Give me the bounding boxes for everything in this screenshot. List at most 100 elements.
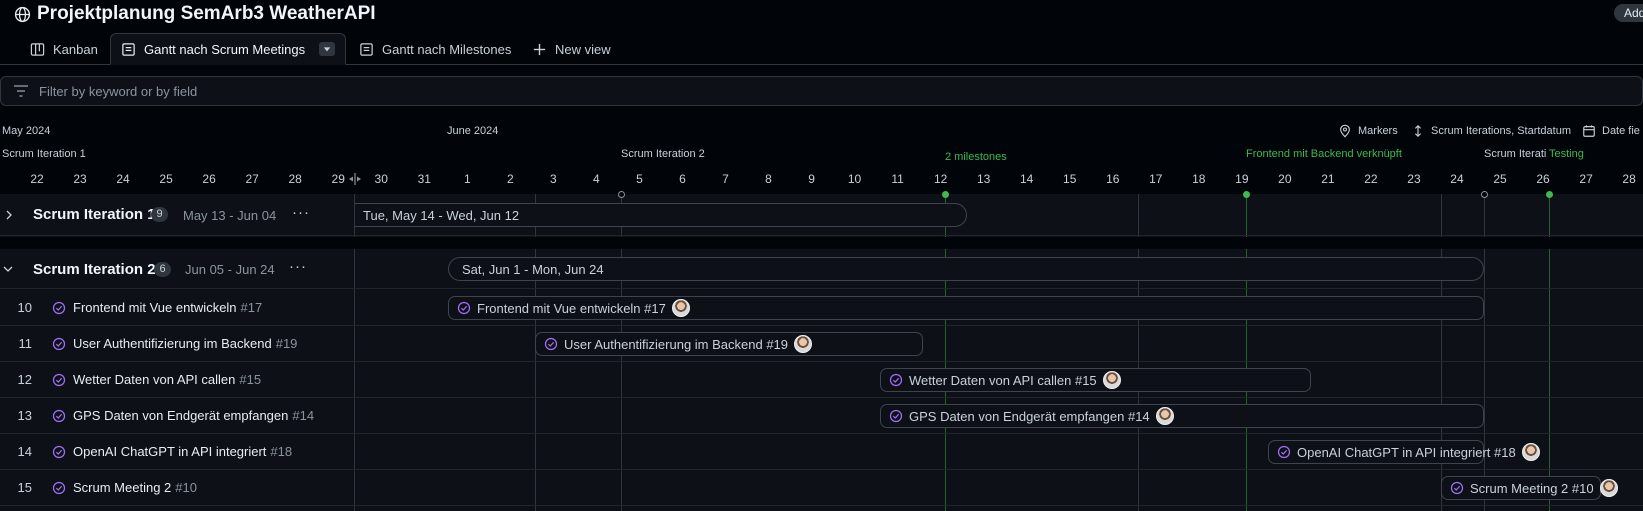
item-title[interactable]: GPS Daten von Endgerät empfangen #14 <box>73 408 314 423</box>
item-ref: #19 <box>275 336 298 351</box>
group-count-badge: 9 <box>151 207 168 222</box>
item-title-text: Wetter Daten von API callen <box>73 372 236 387</box>
bar-label: OpenAI ChatGPT in API integriert #18 <box>1297 444 1516 460</box>
tab-label: Gantt nach Scrum Meetings <box>144 41 306 57</box>
item-timeline-bar[interactable]: Wetter Daten von API callen #15 <box>880 368 1311 392</box>
bar-label: Tue, May 14 - Wed, Jun 12 <box>363 207 520 223</box>
day-label: 28 <box>1622 172 1636 186</box>
add-button[interactable]: Add <box>1614 4 1643 22</box>
tab-options-button[interactable] <box>319 42 336 56</box>
tab-kanban[interactable]: Kanban <box>30 34 98 65</box>
day-label: 11 <box>891 172 904 186</box>
day-label: 6 <box>679 172 686 186</box>
globe-icon <box>14 6 31 22</box>
item-title[interactable]: User Authentifizierung im Backend #19 <box>73 336 297 351</box>
issue-closed-icon <box>52 373 66 387</box>
day-label: 27 <box>245 172 259 186</box>
day-label: 15 <box>1063 172 1077 186</box>
bar-label: GPS Daten von Endgerät empfangen #14 <box>909 408 1150 424</box>
table-icon <box>360 43 373 56</box>
avatar[interactable] <box>671 299 690 317</box>
issue-closed-icon-wrap <box>52 409 66 423</box>
tab-gantt-scrum[interactable]: Gantt nach Scrum Meetings <box>110 33 347 65</box>
arrows-vertical-icon <box>1414 124 1422 138</box>
item-timeline-bar[interactable]: Scrum Meeting 2 #10 <box>1441 476 1618 500</box>
day-label: 27 <box>1579 172 1593 186</box>
group-by-button[interactable]: Scrum Iterations, Startdatum <box>1411 124 1571 138</box>
month-label: June 2024 <box>447 125 499 137</box>
group-timeline-bar[interactable]: Tue, May 14 - Wed, Jun 12 <box>355 203 967 227</box>
day-label: 17 <box>1149 172 1163 186</box>
item-row[interactable]: 13 GPS Daten von Endgerät empfangen #14 GPS… <box>0 398 1643 434</box>
row-number: 11 <box>18 336 33 351</box>
milestone-label[interactable]: 2 milestones <box>945 151 1007 163</box>
new-view-button[interactable]: New view <box>532 34 611 65</box>
iteration-label: Scrum Iterati <box>1484 148 1547 160</box>
row-number: 12 <box>17 372 32 387</box>
tab-label: Kanban <box>53 42 98 57</box>
milestone-label[interactable]: Testing <box>1549 148 1584 160</box>
issue-closed-icon <box>52 301 66 315</box>
day-label: 20 <box>1278 172 1292 186</box>
item-row[interactable]: 12 Wetter Daten von API callen #15 Wetter D… <box>0 362 1643 398</box>
item-row[interactable]: 10 Frontend mit Vue entwickeln #17 Frontend… <box>0 290 1643 326</box>
day-label: 3 <box>550 172 557 186</box>
tab-label: Gantt nach Milestones <box>382 42 512 57</box>
issue-closed-icon <box>52 409 66 423</box>
tab-gantt-milestones[interactable]: Gantt nach Milestones <box>359 34 511 65</box>
item-row[interactable]: 15 Scrum Meeting 2 #10 Scrum Meeting 2 #10 <box>0 470 1643 506</box>
avatar[interactable] <box>1599 479 1618 497</box>
bar-label: Sat, Jun 1 - Mon, Jun 24 <box>462 261 604 277</box>
chevron-down-icon[interactable] <box>3 264 13 274</box>
item-row[interactable]: 11 User Authentifizierung im Backend #19 Us… <box>0 326 1643 362</box>
milestone-label[interactable]: Frontend mit Backend verknüpft <box>1246 148 1402 160</box>
item-title[interactable]: Wetter Daten von API callen #15 <box>73 372 261 387</box>
item-timeline-bar[interactable]: GPS Daten von Endgerät empfangen #14 <box>880 404 1484 428</box>
group-title[interactable]: Scrum Iteration 2 <box>33 261 156 278</box>
avatar[interactable] <box>794 335 813 353</box>
day-label: 8 <box>765 172 772 186</box>
calendar-icon <box>1583 125 1595 137</box>
row-number: 10 <box>17 300 32 315</box>
item-timeline-bar[interactable]: User Authentifizierung im Backend #19 <box>535 332 923 356</box>
avatar[interactable] <box>1102 371 1121 389</box>
issue-closed-icon-wrap <box>52 445 66 459</box>
issue-closed-icon-wrap <box>52 373 66 387</box>
resize-handle-icon[interactable] <box>348 172 362 186</box>
group-timeline-bar[interactable]: Sat, Jun 1 - Mon, Jun 24 <box>448 257 1484 281</box>
item-row[interactable]: 14 OpenAI ChatGPT in API integriert #18 Ope… <box>0 434 1643 470</box>
item-timeline-bar[interactable]: Frontend mit Vue entwickeln #17 <box>448 296 1484 320</box>
item-title-text: Scrum Meeting 2 <box>73 480 172 495</box>
item-title[interactable]: Frontend mit Vue entwickeln #17 <box>73 300 262 315</box>
item-timeline-bar[interactable]: OpenAI ChatGPT in API integriert #18 <box>1268 440 1540 464</box>
item-title[interactable]: OpenAI ChatGPT in API integriert #18 <box>73 444 292 459</box>
item-title-text: Frontend mit Vue entwickeln <box>73 300 237 315</box>
filter-input[interactable]: Filter by keyword or by field <box>0 76 1643 106</box>
item-title-text: GPS Daten von Endgerät empfangen <box>73 408 289 423</box>
date-fields-button[interactable]: Date fie <box>1582 124 1640 138</box>
issue-closed-icon <box>52 481 66 495</box>
plus-icon <box>533 43 546 56</box>
markers-button[interactable]: Markers <box>1338 124 1398 138</box>
group-menu-button[interactable]: ··· <box>292 204 310 221</box>
day-label: 9 <box>808 172 815 186</box>
day-label: 13 <box>976 172 991 186</box>
day-label: 30 <box>374 172 388 186</box>
avatar[interactable] <box>1155 407 1174 425</box>
issue-closed-icon <box>457 301 471 315</box>
day-label: 7 <box>722 172 729 186</box>
chevron-right-icon[interactable] <box>4 210 14 220</box>
group-title[interactable]: Scrum Iteration 1 <box>33 206 156 223</box>
day-label: 26 <box>202 172 216 186</box>
group-menu-button[interactable]: ··· <box>289 258 307 275</box>
item-ref: #14 <box>292 408 315 423</box>
group-by-label: Scrum Iterations, Startdatum <box>1431 125 1571 137</box>
day-label: 1 <box>463 172 471 186</box>
date-fields-label: Date fie <box>1602 125 1640 137</box>
item-title[interactable]: Scrum Meeting 2 #10 <box>73 480 197 495</box>
day-label: 10 <box>847 172 862 186</box>
avatar[interactable] <box>1521 443 1540 461</box>
day-label: 24 <box>116 172 130 186</box>
group-header-row: Scrum Iteration 1 9 May 13 - Jun 04 ··· … <box>0 194 1643 236</box>
project-title-text: Projektplanung SemArb3 WeatherAPI <box>37 3 376 24</box>
